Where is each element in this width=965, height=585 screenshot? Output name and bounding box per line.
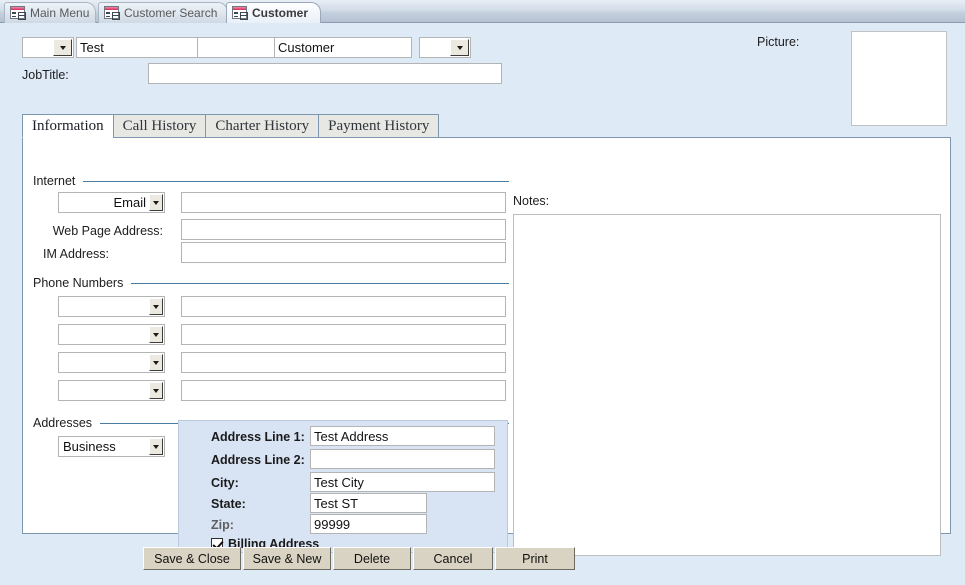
first-name-field[interactable]: Test (76, 37, 210, 58)
chevron-down-icon[interactable] (149, 382, 163, 399)
state-field[interactable]: Test ST (310, 493, 427, 513)
save-and-new-button[interactable]: Save & New (243, 547, 331, 570)
tab-payment-history[interactable]: Payment History (318, 114, 440, 138)
address-line-2-field[interactable] (310, 449, 495, 469)
city-field[interactable]: Test City (310, 472, 495, 492)
tab-page-information: Internet Email Web Page Address: IM Addr… (22, 137, 951, 556)
chevron-down-icon[interactable] (53, 39, 72, 56)
picture-label: Picture: (757, 35, 800, 49)
tab-information[interactable]: Information (22, 114, 114, 138)
notes-label: Notes: (513, 194, 550, 208)
doc-tab-main-menu[interactable]: Main Menu (4, 2, 96, 23)
tab-charter-history[interactable]: Charter History (205, 114, 320, 138)
notes-textarea[interactable] (513, 214, 941, 556)
doc-tab-label: Customer (252, 5, 309, 20)
access-form-icon (104, 6, 120, 20)
middle-name-field[interactable] (197, 37, 275, 58)
address-line-2-label: Address Line 2: (211, 453, 305, 467)
address-line-1-label: Address Line 1: (211, 430, 305, 444)
cancel-button[interactable]: Cancel (413, 547, 493, 570)
phone-numbers-section-header: Phone Numbers (33, 276, 509, 290)
access-form-icon (10, 6, 26, 20)
email-type-combo[interactable]: Email (58, 192, 165, 213)
section-rule (131, 282, 509, 284)
zip-field[interactable]: 99999 (310, 514, 427, 534)
city-label: City: (211, 476, 239, 490)
doc-tab-label: Customer Search (124, 5, 218, 20)
access-form-icon (232, 6, 248, 20)
phone-type-combo-2[interactable] (58, 324, 165, 345)
jobtitle-field[interactable] (148, 63, 502, 84)
web-page-address-label: Web Page Address: (52, 224, 163, 238)
internet-section-header: Internet (33, 174, 509, 188)
address-detail-panel: Address Line 1: Test Address Address Lin… (178, 420, 508, 553)
doc-tab-customer[interactable]: Customer (226, 2, 321, 23)
form-action-buttons: Save & Close Save & New Delete Cancel Pr… (143, 547, 577, 570)
chevron-down-icon[interactable] (149, 438, 163, 455)
doc-tab-customer-search[interactable]: Customer Search (98, 2, 228, 23)
tab-strip: Information Call History Charter History… (22, 113, 440, 138)
im-address-field[interactable] (181, 242, 506, 263)
phone-number-field-4[interactable] (181, 380, 506, 401)
chevron-down-icon[interactable] (149, 194, 163, 211)
phone-number-field-1[interactable] (181, 296, 506, 317)
jobtitle-label: JobTitle: (22, 68, 69, 82)
title-combo[interactable] (22, 37, 74, 58)
save-and-close-button[interactable]: Save & Close (143, 547, 241, 570)
delete-button[interactable]: Delete (333, 547, 411, 570)
tab-label: Payment History (328, 117, 430, 134)
internet-section-label: Internet (33, 174, 76, 188)
address-type-value: Business (63, 439, 116, 454)
phone-type-combo-3[interactable] (58, 352, 165, 373)
address-type-combo[interactable]: Business (58, 436, 165, 457)
phone-type-combo-4[interactable] (58, 380, 165, 401)
phone-number-field-2[interactable] (181, 324, 506, 345)
im-address-label: IM Address: (43, 247, 109, 261)
tab-label: Call History (122, 117, 197, 134)
web-page-address-field[interactable] (181, 219, 506, 240)
document-tab-bar: Main Menu Customer Search Customer (0, 0, 965, 23)
access-form-window: Main Menu Customer Search Customer Test (0, 0, 965, 585)
doc-tab-label: Main Menu (30, 5, 90, 20)
phone-numbers-section-label: Phone Numbers (33, 276, 124, 290)
chevron-down-icon[interactable] (149, 298, 163, 315)
zip-label: Zip: (211, 518, 234, 532)
addresses-section-label: Addresses (33, 416, 93, 430)
chevron-down-icon[interactable] (149, 326, 163, 343)
print-button[interactable]: Print (495, 547, 575, 570)
chevron-down-icon[interactable] (149, 354, 163, 371)
information-tab-control: Information Call History Charter History… (22, 113, 951, 556)
tab-call-history[interactable]: Call History (112, 114, 207, 138)
phone-type-combo-1[interactable] (58, 296, 165, 317)
chevron-down-icon[interactable] (450, 39, 469, 56)
last-name-field[interactable]: Customer (274, 37, 412, 58)
tab-label: Information (32, 117, 104, 134)
email-field[interactable] (181, 192, 506, 213)
suffix-combo[interactable] (419, 37, 471, 58)
email-type-value: Email (113, 195, 146, 210)
state-label: State: (211, 497, 246, 511)
phone-number-field-3[interactable] (181, 352, 506, 373)
address-line-1-field[interactable]: Test Address (310, 426, 495, 446)
tab-label: Charter History (215, 117, 310, 134)
picture-box[interactable] (851, 31, 947, 126)
section-rule (83, 180, 509, 182)
